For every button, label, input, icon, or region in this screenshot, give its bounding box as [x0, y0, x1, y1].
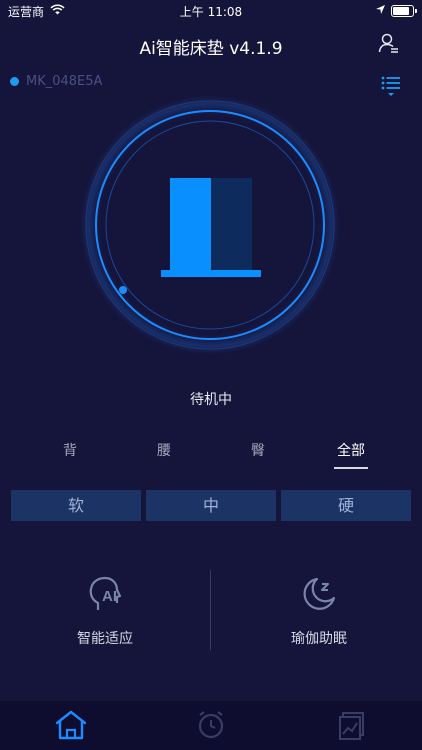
report-icon[interactable]	[332, 709, 372, 741]
feature-divider	[210, 570, 211, 650]
hard-button[interactable]: 硬	[281, 490, 411, 521]
moon-sleep-icon	[303, 577, 336, 610]
zone-tabs: 背 腰 臀 全部	[0, 440, 422, 470]
mattress-status-dial	[0, 0, 422, 420]
yoga-sleep-label: 瑜伽助眠	[291, 631, 347, 647]
home-icon[interactable]	[51, 709, 91, 741]
yoga-sleep-button[interactable]: 瑜伽助眠	[219, 574, 419, 648]
smart-adapt-label: 智能适应	[77, 631, 133, 647]
ring-indicator-dot	[119, 286, 127, 294]
soft-button[interactable]: 软	[11, 490, 141, 521]
active-tab-underline	[334, 467, 368, 469]
smart-adapt-button[interactable]: AI 智能适应	[5, 574, 205, 648]
medium-button[interactable]: 中	[146, 490, 276, 521]
mattress-right-bar	[211, 178, 252, 271]
tab-waist[interactable]: 腰	[134, 440, 194, 460]
svg-text:AI: AI	[102, 588, 117, 605]
mattress-base	[161, 270, 261, 277]
tab-all[interactable]: 全部	[321, 440, 381, 460]
tab-hip[interactable]: 臀	[228, 440, 288, 460]
device-status-text: 待机中	[190, 392, 232, 408]
bottom-tab-bar	[0, 701, 422, 750]
mattress-left-bar	[170, 178, 211, 271]
head-ai-icon: AI	[89, 576, 122, 610]
tab-back[interactable]: 背	[40, 440, 100, 460]
alarm-clock-icon[interactable]	[191, 709, 231, 741]
